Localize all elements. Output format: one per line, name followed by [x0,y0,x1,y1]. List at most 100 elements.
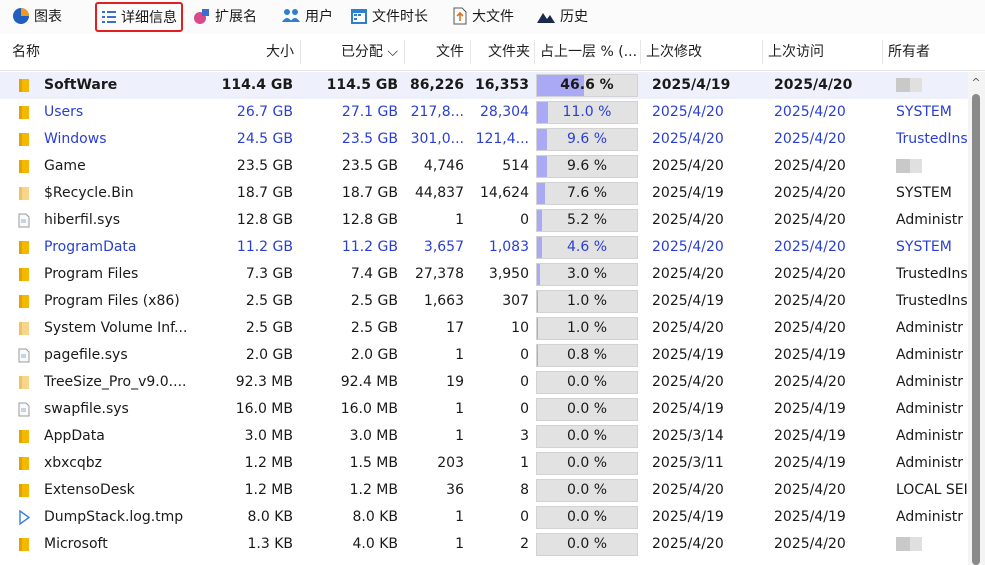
file-size: 2.5 GB [245,293,293,309]
folder-count: 3 [520,428,529,444]
allocated-size: 16.0 MB [340,401,398,417]
file-size: 1.3 KB [247,536,294,552]
file-count: 301,0... [410,131,464,147]
owner: SYSTEM [896,185,952,201]
last-modified: 2025/4/19 [652,401,724,417]
tab-large-files[interactable]: 大文件 [452,3,514,29]
file-count: 1 [455,536,464,552]
table-row[interactable]: Program Files (x86) 2.5 GB 2.5 GB 1,663 307 1… [0,288,968,315]
allocated-size: 8.0 KB [352,509,399,525]
allocated-size: 2.5 GB [350,320,398,336]
owner [896,72,968,99]
allocated-size: 114.5 GB [326,77,398,93]
tab-extensions[interactable]: 扩展名 [193,3,257,29]
file-count: 1 [455,347,464,363]
details-list-icon [101,9,117,25]
scroll-up-icon[interactable]: ^ [971,77,981,88]
last-modified: 2025/4/20 [652,158,724,174]
last-modified: 2025/4/20 [652,131,724,147]
percent-bar: 3.0 % [536,263,638,286]
last-accessed: 2025/4/20 [774,212,846,228]
table-row[interactable]: Windows 24.5 GB 23.5 GB 301,0... 121,4... 9.6… [0,126,968,153]
folder-count: 3,950 [488,266,529,282]
allocated-size: 2.5 GB [350,293,398,309]
tab-chart[interactable]: 图表 [12,3,62,29]
tab-users[interactable]: 用户 [281,3,333,29]
percent-bar: 0.0 % [536,479,638,502]
tab-details[interactable]: 详细信息 [95,2,183,32]
allocated-size: 11.2 GB [341,239,398,255]
column-modified[interactable]: 上次修改 [646,34,756,70]
percent-value: 1.0 % [566,293,608,309]
owner-avatar [896,159,922,173]
percent-value: 0.0 % [566,374,608,390]
tab-large-files-label: 大文件 [472,9,514,25]
column-name[interactable]: 名称 [12,34,192,70]
column-accessed[interactable]: 上次访问 [768,34,878,70]
owner: LOCAL SEI [896,482,968,498]
file-count: 19 [446,374,464,390]
table-row[interactable]: System Volume Inf... 2.5 GB 2.5 GB 17 10 1.0 … [0,315,968,342]
last-modified: 2025/4/20 [652,536,724,552]
owner: Administr [896,347,964,363]
table-row[interactable]: ProgramData 11.2 GB 11.2 GB 3,657 1,083 4.6 %… [0,234,968,261]
owner: Administr [896,455,964,471]
file-count: 217,8... [410,104,464,120]
last-accessed: 2025/4/19 [774,347,846,363]
column-files[interactable]: 文件 [406,34,464,70]
last-accessed: 2025/4/20 [774,293,846,309]
table-row[interactable]: SoftWare 114.4 GB 114.5 GB 86,226 16,353 46.6… [0,72,968,99]
owner: TrustedIns [896,266,968,282]
table-row[interactable]: DumpStack.log.tmp 8.0 KB 8.0 KB 1 0 0.0 % 2025… [0,504,968,531]
percent-value: 0.0 % [566,536,608,552]
last-accessed: 2025/4/20 [774,320,846,336]
column-size[interactable]: 大小 [200,34,294,70]
percent-value: 0.0 % [566,509,608,525]
last-modified: 2025/4/20 [652,374,724,390]
tab-history[interactable]: 历史 [536,3,588,29]
last-accessed: 2025/4/20 [774,104,846,120]
scrollbar-thumb[interactable] [972,94,980,565]
table-row[interactable]: ExtensoDesk 1.2 MB 1.2 MB 36 8 0.0 % 2025/4/20… [0,477,968,504]
file-count: 17 [446,320,464,336]
owner: Administr [896,212,964,228]
column-folders[interactable]: 文件夹 [472,34,530,70]
last-accessed: 2025/4/20 [774,266,846,282]
table-row[interactable]: AppData 3.0 MB 3.0 MB 1 3 0.0 % 2025/3/14 2025/… [0,423,968,450]
percent-bar: 9.6 % [536,128,638,151]
column-percent[interactable]: 占上一层 % (... [540,34,638,70]
table-row[interactable]: pagefile.sys 2.0 GB 2.0 GB 1 0 0.8 % 2025/4/19… [0,342,968,369]
pie-chart-icon [12,7,30,25]
percent-bar: 1.0 % [536,290,638,313]
table-row[interactable]: xbxcqbz 1.2 MB 1.5 MB 203 1 0.0 % 2025/3/11 202… [0,450,968,477]
table-row[interactable]: Microsoft 1.3 KB 4.0 KB 1 2 0.0 % 2025/4/20 202… [0,531,968,558]
folder-count: 0 [520,374,529,390]
file-name: Program Files [44,266,139,282]
owner: SYSTEM [896,104,952,120]
table-row[interactable]: hiberfil.sys 12.8 GB 12.8 GB 1 0 5.2 % 2025/4/… [0,207,968,234]
file-size: 11.2 GB [236,239,293,255]
last-accessed: 2025/4/20 [774,158,846,174]
tab-file-age[interactable]: 文件时长 [350,3,428,29]
column-owner[interactable]: 所有者 [888,34,968,70]
column-allocated[interactable]: 已分配 ⌵ [302,34,398,70]
percent-bar: 0.0 % [536,398,638,421]
vertical-scrollbar[interactable]: ^ [968,72,985,565]
owner: Administr [896,509,964,525]
last-modified: 2025/4/19 [652,77,731,93]
table-row[interactable]: TreeSize_Pro_v9.0.... 92.3 MB 92.4 MB 19 0 0.… [0,369,968,396]
allocated-size: 1.5 MB [349,455,398,471]
owner: Administr [896,428,964,444]
owner-avatar [896,78,922,92]
table-row[interactable]: swapfile.sys 16.0 MB 16.0 MB 1 0 0.0 % 2025/4/… [0,396,968,423]
allocated-size: 7.4 GB [350,266,398,282]
last-accessed: 2025/4/20 [774,239,846,255]
table-row[interactable]: Game 23.5 GB 23.5 GB 4,746 514 9.6 % 2025/4/20… [0,153,968,180]
table-row[interactable]: Program Files 7.3 GB 7.4 GB 27,378 3,950 3.0 … [0,261,968,288]
allocated-size: 23.5 GB [341,131,398,147]
last-accessed: 2025/4/20 [774,374,846,390]
table-row[interactable]: $Recycle.Bin 18.7 GB 18.7 GB 44,837 14,624 7.… [0,180,968,207]
percent-value: 3.0 % [566,266,608,282]
table-row[interactable]: Users 26.7 GB 27.1 GB 217,8... 28,304 11.0 % 2… [0,99,968,126]
file-name: System Volume Inf... [44,320,188,336]
